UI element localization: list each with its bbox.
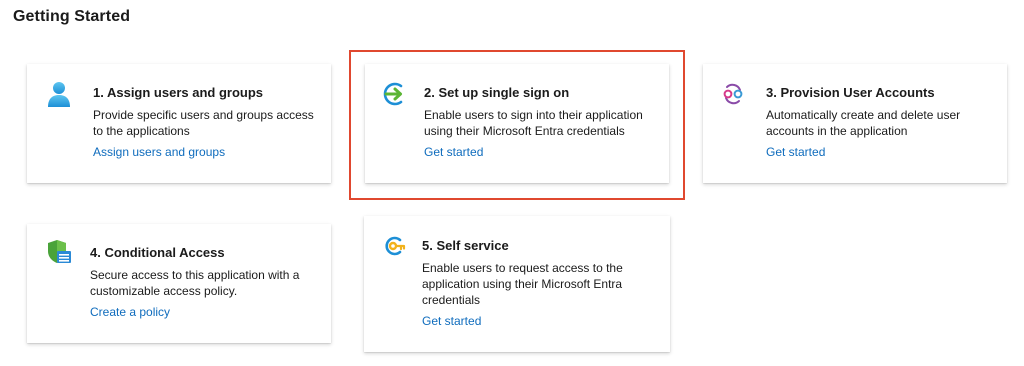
card-description: Automatically create and delete user acc… [766, 108, 961, 138]
create-a-policy-link[interactable]: Create a policy [90, 305, 170, 319]
provisioning-cycle-icon [719, 80, 747, 108]
card-provision-user-accounts: 3. Provision User Accounts Automatically… [703, 64, 1007, 183]
card-title: 3. Provision User Accounts [766, 85, 935, 100]
card-title: 4. Conditional Access [90, 245, 225, 260]
card-title: 1. Assign users and groups [93, 85, 264, 100]
card-self-service: 5. Self service Enable users to request … [364, 216, 670, 352]
page-title: Getting Started [13, 8, 131, 25]
self-service-key-icon [381, 232, 409, 260]
get-started-link[interactable]: Get started [766, 145, 825, 159]
assign-users-and-groups-link[interactable]: Assign users and groups [93, 145, 225, 159]
card-description: Enable users to request access to the ap… [422, 261, 623, 307]
shield-policy-icon [45, 238, 73, 266]
get-started-link[interactable]: Get started [422, 314, 481, 328]
card-assign-users-and-groups: 1. Assign users and groups Provide speci… [27, 64, 331, 183]
highlight-box [349, 50, 685, 200]
card-description: Provide specific users and groups access… [93, 108, 314, 138]
card-description: Secure access to this application with a… [90, 268, 300, 298]
card-conditional-access: 4. Conditional Access Secure access to t… [27, 224, 331, 343]
user-icon [45, 80, 73, 108]
card-title: 5. Self service [422, 238, 509, 253]
